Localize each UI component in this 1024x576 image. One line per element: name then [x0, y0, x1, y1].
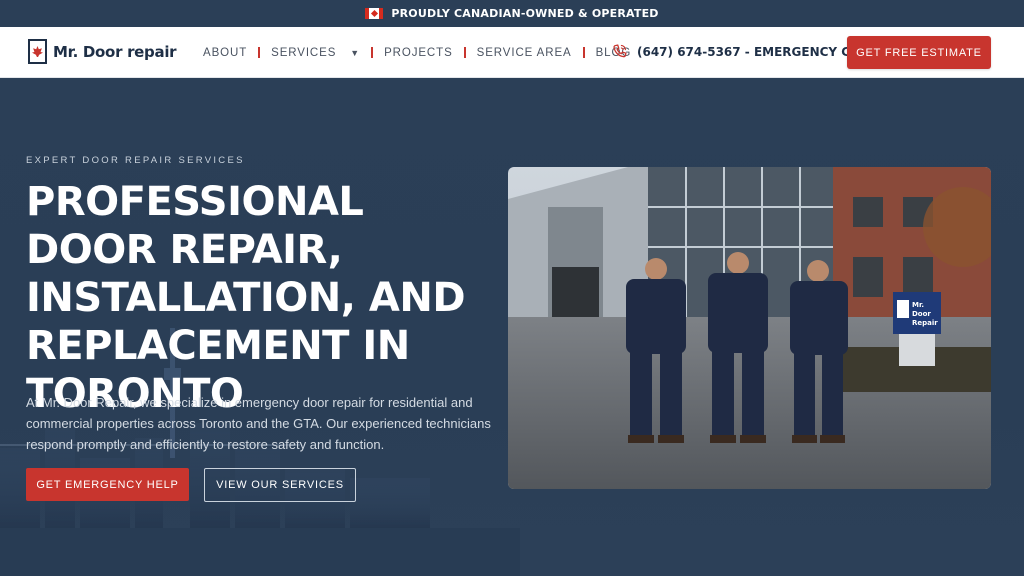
nav-divider [258, 47, 261, 58]
view-our-services-button[interactable]: VIEW OUR SERVICES [204, 468, 356, 502]
nav-service-area[interactable]: SERVICE AREA [477, 47, 572, 59]
announcement-text: PROUDLY CANADIAN-OWNED & OPERATED [391, 7, 659, 20]
team-photo: Mr. Door Repair [508, 167, 991, 489]
nav-services[interactable]: SERVICES ▼ [271, 47, 360, 59]
door-logo-icon [28, 39, 47, 64]
phone-link[interactable]: (647) 674-5367 - EMERGENCY CALL [611, 43, 875, 60]
get-free-estimate-button[interactable]: GET FREE ESTIMATE [847, 36, 991, 69]
main-nav: ABOUT SERVICES ▼ PROJECTS SERVICE AREA B… [203, 27, 631, 78]
nav-projects[interactable]: PROJECTS [384, 47, 453, 59]
nav-divider [371, 47, 374, 58]
phone-text: (647) 674-5367 - EMERGENCY CALL [637, 44, 875, 59]
logo-text: Mr. Door repair [53, 42, 177, 61]
get-emergency-help-button[interactable]: GET EMERGENCY HELP [26, 468, 189, 501]
phone-icon [613, 44, 627, 58]
nav-about[interactable]: ABOUT [203, 47, 247, 59]
chevron-down-icon: ▼ [350, 47, 361, 58]
hero-section: EXPERT DOOR REPAIR SERVICES PROFESSIONAL… [0, 78, 1024, 576]
nav-divider [582, 47, 585, 58]
hero-headline: PROFESSIONAL DOOR REPAIR, INSTALLATION, … [26, 179, 466, 417]
hero-eyebrow: EXPERT DOOR REPAIR SERVICES [26, 155, 245, 166]
announcement-bar: PROUDLY CANADIAN-OWNED & OPERATED [0, 0, 1024, 27]
nav-services-label: SERVICES [271, 46, 337, 59]
canada-flag-icon [365, 8, 384, 19]
svg-text:Repair: Repair [912, 319, 938, 327]
hero-description: At Mr. Door Repair, we specialize in eme… [26, 395, 491, 452]
svg-text:Door: Door [912, 310, 931, 318]
logo[interactable]: Mr. Door repair [28, 39, 177, 64]
svg-text:Mr.: Mr. [912, 301, 924, 309]
nav-divider [463, 47, 466, 58]
